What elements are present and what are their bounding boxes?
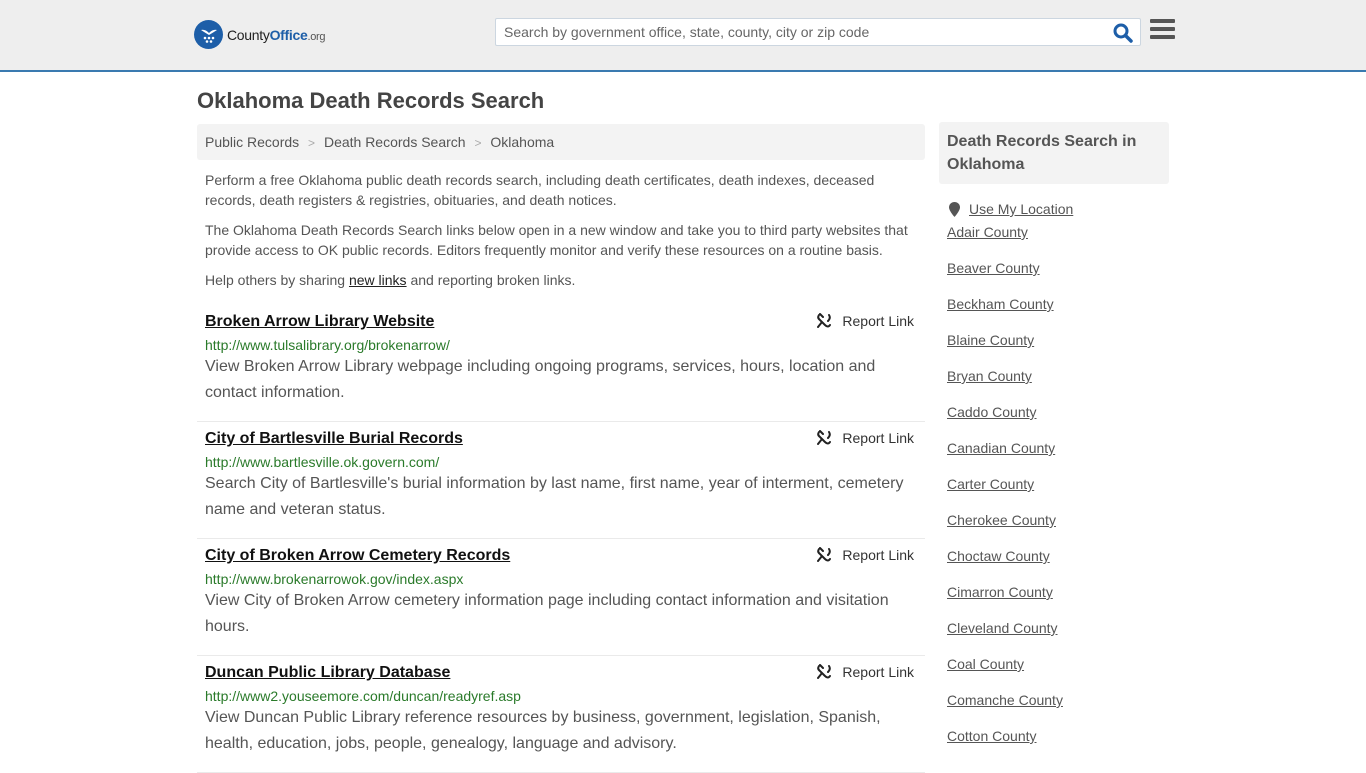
logo-text-org: .org <box>307 30 326 43</box>
county-item: Canadian County <box>947 440 1169 476</box>
county-item: Beckham County <box>947 296 1169 332</box>
county-link[interactable]: Cleveland County <box>947 620 1058 636</box>
county-item: Bryan County <box>947 368 1169 404</box>
record-description: View Duncan Public Library reference res… <box>205 709 881 752</box>
record-item: Broken Arrow Library Website http://www.… <box>197 305 925 422</box>
map-pin-icon <box>949 201 960 217</box>
record-title-link[interactable]: City of Bartlesville Burial Records <box>205 430 463 448</box>
report-link-button[interactable]: Report Link <box>816 664 914 680</box>
county-item: Adair County <box>947 224 1169 260</box>
county-item: Cimarron County <box>947 584 1169 620</box>
records-list: Broken Arrow Library Website http://www.… <box>197 305 925 773</box>
report-link-button[interactable]: Report Link <box>816 430 914 446</box>
county-item: Cherokee County <box>947 512 1169 548</box>
county-item: Beaver County <box>947 260 1169 296</box>
breadcrumb-separator: > <box>474 136 482 150</box>
search-icon <box>1113 23 1133 43</box>
county-link[interactable]: Blaine County <box>947 332 1034 348</box>
record-description: Search City of Bartlesville's burial inf… <box>205 475 904 518</box>
eagle-stars-badge-icon <box>194 20 223 49</box>
county-item: Choctaw County <box>947 548 1169 584</box>
record-description: View Broken Arrow Library webpage includ… <box>205 358 876 401</box>
help-paragraph: Help others by sharing new links and rep… <box>205 270 920 290</box>
report-link-label: Report Link <box>842 547 914 563</box>
record-item: City of Bartlesville Burial Records http… <box>197 422 925 539</box>
county-link[interactable]: Beaver County <box>947 260 1040 276</box>
county-list: Adair County Beaver County Beckham Count… <box>939 224 1169 764</box>
county-link[interactable]: Comanche County <box>947 692 1063 708</box>
new-links-link[interactable]: new links <box>349 272 407 288</box>
county-link[interactable]: Cimarron County <box>947 584 1053 600</box>
disclaimer-paragraph: The Oklahoma Death Records Search links … <box>205 222 908 258</box>
hamburger-menu-button[interactable] <box>1150 19 1175 42</box>
county-item: Cleveland County <box>947 620 1169 656</box>
intro-paragraph: Perform a free Oklahoma public death rec… <box>205 172 875 208</box>
breadcrumb-oklahoma: Oklahoma <box>490 134 555 150</box>
county-link[interactable]: Choctaw County <box>947 548 1050 564</box>
page-title: Oklahoma Death Records Search <box>197 88 545 113</box>
hamburger-bar <box>1150 35 1175 39</box>
county-item: Blaine County <box>947 332 1169 368</box>
record-url[interactable]: http://www2.youseemore.com/duncan/readyr… <box>205 688 917 704</box>
hamburger-bar <box>1150 27 1175 31</box>
record-url[interactable]: http://www.tulsalibrary.org/brokenarrow/ <box>205 337 917 353</box>
record-title-link[interactable]: City of Broken Arrow Cemetery Records <box>205 547 510 565</box>
report-link-button[interactable]: Report Link <box>816 313 914 329</box>
county-item: Comanche County <box>947 692 1169 728</box>
help-text: Help others by sharing <box>205 272 349 288</box>
logo-text-county: County <box>227 26 270 43</box>
search-button[interactable] <box>1112 22 1134 44</box>
county-link[interactable]: Carter County <box>947 476 1034 492</box>
hamburger-menu-icon <box>1150 19 1175 23</box>
record-title-link[interactable]: Duncan Public Library Database <box>205 664 450 682</box>
logo-text-office: Office <box>269 26 308 43</box>
county-link[interactable]: Cotton County <box>947 728 1037 744</box>
use-location-row: Use My Location <box>939 201 1169 217</box>
county-link[interactable]: Coal County <box>947 656 1024 672</box>
county-item: Caddo County <box>947 404 1169 440</box>
sidebar-heading: Death Records Search in Oklahoma <box>939 122 1169 184</box>
county-link[interactable]: Caddo County <box>947 404 1037 420</box>
county-link[interactable]: Beckham County <box>947 296 1054 312</box>
county-link[interactable]: Adair County <box>947 224 1028 240</box>
logo-text: CountyOffice.org <box>227 26 326 43</box>
county-item: Coal County <box>947 656 1169 692</box>
report-link-button[interactable]: Report Link <box>816 547 914 563</box>
site-logo[interactable]: CountyOffice.org <box>194 20 326 49</box>
record-item: Duncan Public Library Database http://ww… <box>197 656 925 773</box>
record-url[interactable]: http://www.bartlesville.ok.govern.com/ <box>205 454 917 470</box>
broken-link-icon <box>817 430 832 445</box>
record-item: City of Broken Arrow Cemetery Records ht… <box>197 539 925 656</box>
broken-link-icon <box>817 547 832 562</box>
record-description: View City of Broken Arrow cemetery infor… <box>205 592 889 635</box>
report-link-label: Report Link <box>842 430 914 446</box>
breadcrumb-separator: > <box>308 136 316 150</box>
breadcrumb: Public Records > Death Records Search > … <box>197 124 925 160</box>
sidebar: Death Records Search in Oklahoma Use My … <box>939 122 1169 764</box>
report-link-label: Report Link <box>842 664 914 680</box>
broken-link-icon <box>817 313 832 328</box>
search-box <box>495 18 1141 46</box>
use-my-location-link[interactable]: Use My Location <box>969 201 1073 217</box>
report-link-label: Report Link <box>842 313 914 329</box>
breadcrumb-death-records-search[interactable]: Death Records Search <box>324 134 466 150</box>
county-item: Cotton County <box>947 728 1169 764</box>
site-header: CountyOffice.org <box>0 0 1366 72</box>
county-link[interactable]: Bryan County <box>947 368 1032 384</box>
breadcrumb-public-records[interactable]: Public Records <box>205 134 299 150</box>
search-input[interactable] <box>496 19 1106 45</box>
record-url[interactable]: http://www.brokenarrowok.gov/index.aspx <box>205 571 917 587</box>
record-title-link[interactable]: Broken Arrow Library Website <box>205 313 434 331</box>
county-item: Carter County <box>947 476 1169 512</box>
help-text: and reporting broken links. <box>406 272 576 288</box>
county-link[interactable]: Canadian County <box>947 440 1055 456</box>
broken-link-icon <box>817 664 832 679</box>
county-link[interactable]: Cherokee County <box>947 512 1056 528</box>
